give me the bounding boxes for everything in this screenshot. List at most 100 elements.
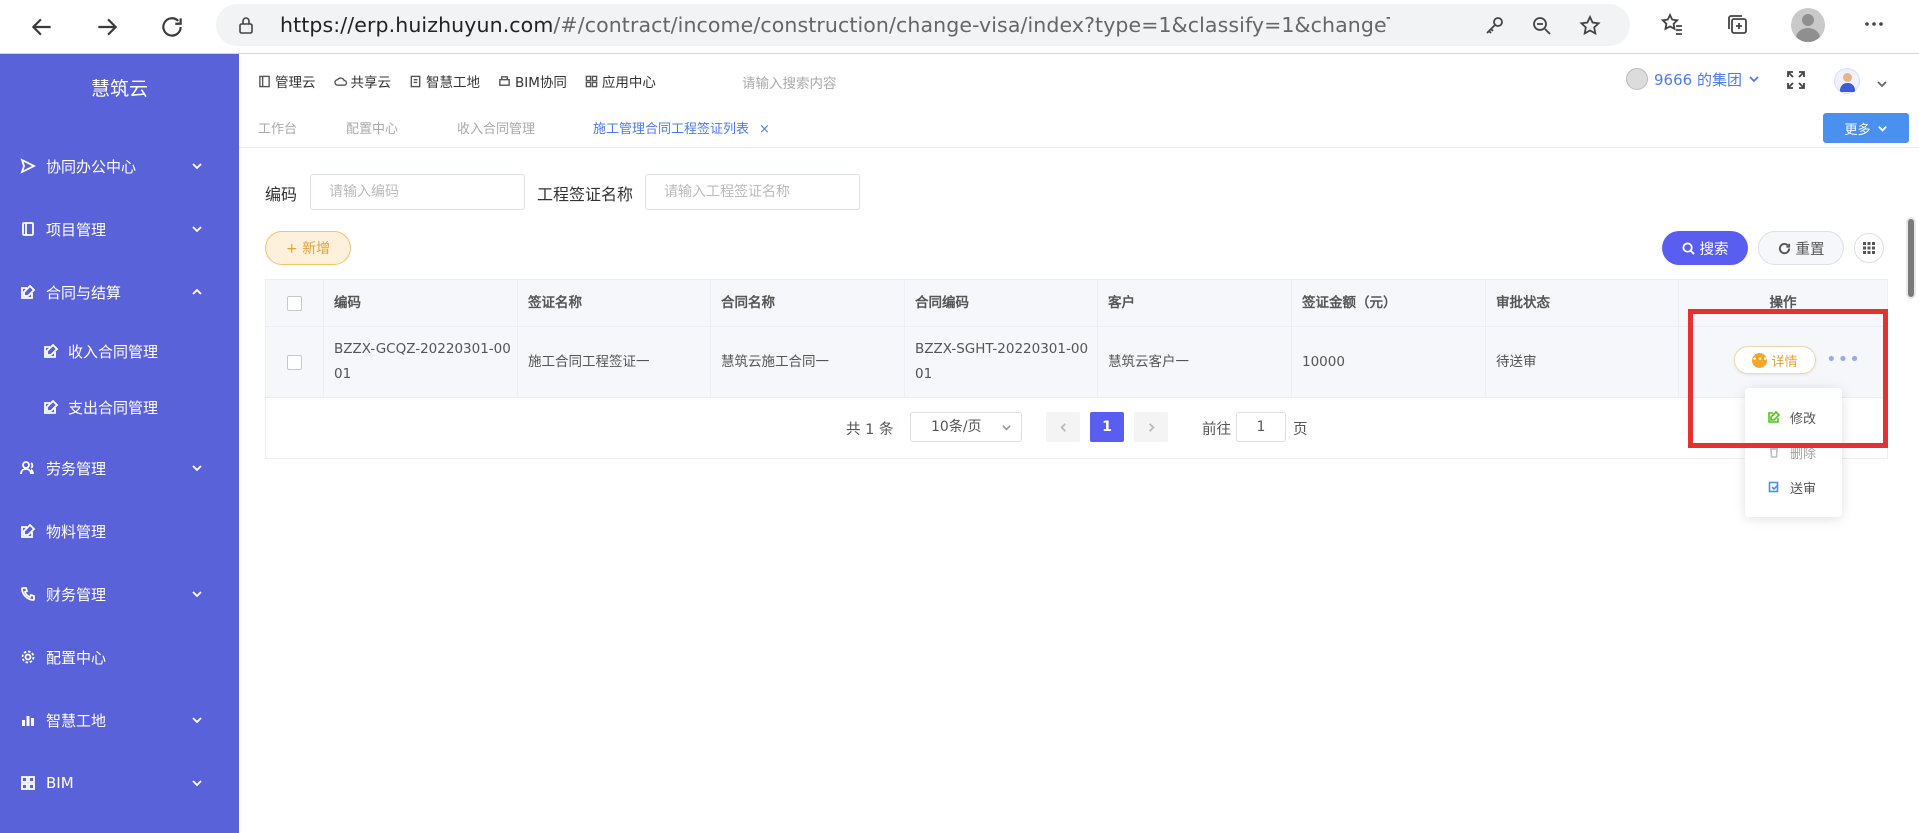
global-search-input[interactable]: 请输入搜索内容 <box>742 72 837 92</box>
more-button-label: 更多 <box>1844 122 1871 138</box>
sidebar-item-income-contract[interactable]: 收入合同管理 <box>0 331 239 371</box>
more-button[interactable]: 更多 <box>1823 113 1909 143</box>
grid-icon <box>1863 242 1875 254</box>
select-all-checkbox[interactable] <box>287 295 302 311</box>
sidebar-item-label: 财务管理 <box>46 585 107 604</box>
reset-button-label: 重置 <box>1795 241 1825 258</box>
code-label: 编码 <box>265 185 298 204</box>
column-header-visa-name[interactable]: 签证名称 <box>518 280 711 326</box>
menu-item-submit[interactable]: 送审 <box>1745 472 1842 502</box>
pagination: 共 1 条 10条/页 1 前往 1 页 <box>266 398 1887 458</box>
sidebar-item-project[interactable]: 项目管理 <box>0 209 239 249</box>
top-link-label: 共享云 <box>350 75 392 91</box>
top-link-bim[interactable]: BIM协同 <box>498 71 567 91</box>
sidebar-item-bim[interactable]: BIM <box>0 763 239 803</box>
sidebar-item-material[interactable]: 物料管理 <box>0 511 239 551</box>
cell-contract-name: 慧筑云施工合同一 <box>711 327 905 397</box>
phone-icon <box>20 586 36 602</box>
zoom-out-icon[interactable] <box>1530 14 1554 38</box>
top-link-label: 智慧工地 <box>426 75 480 91</box>
book-icon <box>20 221 36 237</box>
top-link-smart-site[interactable]: 智慧工地 <box>409 71 480 91</box>
chevron-down-icon <box>190 461 204 475</box>
chevron-down-icon <box>1749 76 1759 83</box>
gear-icon <box>20 649 36 665</box>
page-size-value: 10条/页 <box>931 419 982 435</box>
group-name: 9666 的集团 <box>1654 70 1742 89</box>
reload-icon <box>162 17 182 37</box>
row-select-cell <box>266 327 324 397</box>
sidebar: 慧筑云 协同办公中心 项目管理 合同与结算 收入合同管理 支出合同管理 劳务管理… <box>0 54 239 833</box>
column-header-status[interactable]: 审批状态 <box>1486 280 1679 326</box>
sidebar-item-label: 劳务管理 <box>46 459 107 478</box>
column-header-customer[interactable]: 客户 <box>1098 280 1292 326</box>
column-settings-button[interactable] <box>1854 233 1884 263</box>
tab-config-center[interactable]: 配置中心 <box>346 118 398 137</box>
top-nav: 管理云 共享云 智慧工地 BIM协同 应用中心 <box>258 71 656 91</box>
search-button[interactable]: 搜索 <box>1662 231 1748 265</box>
visa-name-input[interactable]: 请输入工程签证名称 <box>645 174 860 210</box>
user-avatar[interactable] <box>1834 68 1860 94</box>
submit-doc-icon <box>1768 481 1779 493</box>
browser-menu-icon[interactable] <box>1862 12 1890 40</box>
edit-doc-icon <box>20 284 36 300</box>
tab-income-contract[interactable]: 收入合同管理 <box>457 118 535 137</box>
column-header-contract-name[interactable]: 合同名称 <box>711 280 905 326</box>
cell-contract-code: BZZX-SGHT-20220301-00 01 <box>905 327 1098 397</box>
next-page-button[interactable] <box>1134 412 1168 442</box>
fullscreen-icon[interactable] <box>1786 70 1806 90</box>
key-icon[interactable] <box>1482 14 1506 38</box>
sidebar-item-label: 配置中心 <box>46 648 107 667</box>
sidebar-item-finance[interactable]: 财务管理 <box>0 574 239 614</box>
chevron-down-icon <box>190 713 204 727</box>
add-button[interactable]: + 新增 <box>265 231 351 265</box>
row-checkbox[interactable] <box>287 354 302 370</box>
address-bar[interactable]: https://erp.huizhuyun.com/#/contract/inc… <box>216 4 1630 46</box>
sidebar-item-smart-site[interactable]: 智慧工地 <box>0 700 239 740</box>
chevron-down-icon <box>1002 425 1011 431</box>
favorite-add-icon[interactable] <box>1578 14 1602 38</box>
column-header-contract-code[interactable]: 合同编码 <box>905 280 1098 326</box>
tab-workbench[interactable]: 工作台 <box>258 118 297 137</box>
reload-button[interactable] <box>152 7 192 47</box>
sidebar-item-expense-contract[interactable]: 支出合同管理 <box>0 387 239 427</box>
visa-name-label: 工程签证名称 <box>537 185 634 204</box>
visa-table: 编码 签证名称 合同名称 合同编码 客户 签证金额（元） 审批状态 操作 BZZ… <box>265 279 1888 459</box>
annotation-highlight-box <box>1688 309 1888 448</box>
page-number-current[interactable]: 1 <box>1090 412 1124 442</box>
forward-button[interactable] <box>87 7 127 47</box>
reset-button[interactable]: 重置 <box>1758 231 1844 265</box>
search-icon <box>1681 241 1695 255</box>
chevron-down-icon[interactable] <box>1876 75 1888 88</box>
top-link-share-cloud[interactable]: 共享云 <box>333 71 392 91</box>
menu-item-label: 送审 <box>1790 481 1817 497</box>
sidebar-item-contract[interactable]: 合同与结算 <box>0 272 239 312</box>
column-header-amount[interactable]: 签证金额（元） <box>1292 280 1486 326</box>
chevron-down-icon <box>190 776 204 790</box>
top-link-app-center[interactable]: 应用中心 <box>585 71 656 91</box>
goto-page-input[interactable]: 1 <box>1236 412 1286 442</box>
group-selector[interactable]: 9666 的集团 <box>1626 68 1760 90</box>
collections-icon[interactable] <box>1725 12 1753 40</box>
bar-chart-icon <box>20 712 36 728</box>
edit-doc-icon <box>43 399 59 415</box>
sidebar-item-label: 合同与结算 <box>46 283 122 302</box>
favorites-icon[interactable] <box>1660 12 1688 40</box>
close-icon[interactable]: × <box>759 122 770 137</box>
browser-profile-avatar[interactable] <box>1791 8 1825 42</box>
sidebar-item-collab-office[interactable]: 协同办公中心 <box>0 146 239 186</box>
page-size-select[interactable]: 10条/页 <box>910 412 1022 442</box>
back-button[interactable] <box>22 7 62 47</box>
top-link-management-cloud[interactable]: 管理云 <box>258 71 316 91</box>
prev-page-button[interactable] <box>1046 412 1080 442</box>
table-row[interactable]: BZZX-GCQZ-20220301-00 01 施工合同工程签证一 慧筑云施工合… <box>266 327 1887 398</box>
page-suffix-label: 页 <box>1293 422 1308 438</box>
page-scrollbar-thumb[interactable] <box>1906 217 1916 299</box>
sidebar-item-labor[interactable]: 劳务管理 <box>0 448 239 488</box>
tab-change-visa-list[interactable]: 施工管理合同工程签证列表 × <box>593 118 770 137</box>
column-header-code[interactable]: 编码 <box>324 280 518 326</box>
code-input[interactable]: 请输入编码 <box>310 174 525 210</box>
chevron-left-icon <box>1059 422 1066 432</box>
doc-icon <box>410 75 421 87</box>
sidebar-item-config[interactable]: 配置中心 <box>0 637 239 677</box>
